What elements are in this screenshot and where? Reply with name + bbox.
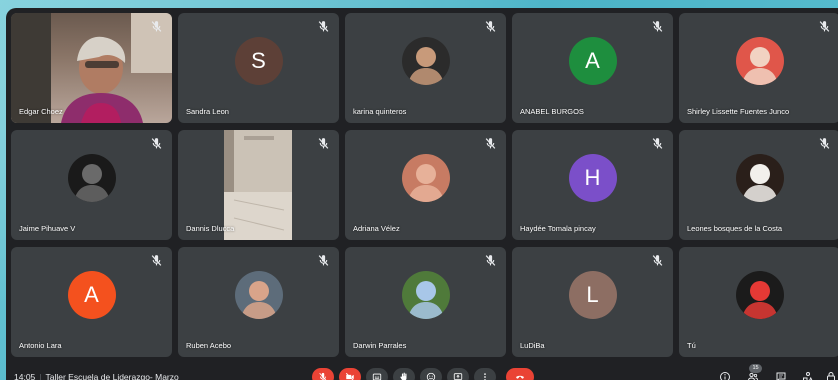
separator: | <box>39 372 42 380</box>
participant-name: Dannis Dlucca <box>186 224 235 233</box>
mic-muted-icon <box>318 21 329 32</box>
people-icon <box>748 372 758 380</box>
chat-icon <box>776 372 786 380</box>
participant-tile[interactable]: Dannis Dlucca <box>178 130 339 240</box>
mic-muted-icon <box>652 138 663 149</box>
participant-tile[interactable]: A ANABEL BURGOS <box>512 13 673 123</box>
mic-muted-icon <box>819 21 830 32</box>
participant-avatar: A <box>67 270 116 319</box>
activities-icon <box>803 372 813 380</box>
mic-muted-icon <box>151 21 162 32</box>
participant-tile[interactable]: Edgar Choez <box>11 13 172 123</box>
emoji-button[interactable] <box>420 368 442 380</box>
more-options-icon <box>484 373 486 380</box>
more-options-button[interactable] <box>474 368 496 380</box>
participant-tile[interactable]: Darwin Parrales <box>345 247 506 357</box>
meeting-info: 14:05 | Taller Escuela de Liderazgo- Marzo <box>14 372 179 380</box>
participant-grid: Edgar Choez S Sandra Leon karina quinteros A… <box>11 13 838 358</box>
participant-tile[interactable]: S Sandra Leon <box>178 13 339 123</box>
participant-name: ANABEL BURGOS <box>520 107 584 116</box>
participant-name: Ruben Acebo <box>186 341 232 350</box>
bottom-bar: 14:05 | Taller Escuela de Liderazgo- Marzo <box>6 362 838 380</box>
participant-name: Jaime Pihuave V <box>19 224 76 233</box>
participant-name: Antonio Lara <box>19 341 62 350</box>
end-call-icon <box>516 375 524 379</box>
meeting-title: Taller Escuela de Liderazgo- Marzo <box>45 372 179 380</box>
camera-toggle-button[interactable] <box>339 368 361 380</box>
participant-name: Sandra Leon <box>186 107 229 116</box>
participant-tile[interactable]: A Antonio Lara <box>11 247 172 357</box>
participant-name: Adriana Vélez <box>353 224 400 233</box>
participant-avatar: S <box>234 36 283 85</box>
mic-off-icon <box>319 372 327 380</box>
present-icon <box>453 373 463 380</box>
clock: 14:05 <box>14 372 36 380</box>
mic-muted-icon <box>819 138 830 149</box>
mic-muted-icon <box>318 138 329 149</box>
host-controls-icon <box>827 372 835 380</box>
participant-tile[interactable]: Adriana Vélez <box>345 130 506 240</box>
emoji-icon <box>426 372 436 380</box>
participant-photo <box>67 153 116 202</box>
participant-name: Shirley Lissette Fuentes Junco <box>687 107 790 116</box>
host-controls-button[interactable] <box>824 370 838 380</box>
meet-window: Edgar Choez S Sandra Leon karina quinteros A… <box>6 8 838 380</box>
participant-photo <box>735 270 784 319</box>
participant-name: Haydée Tomala pincay <box>520 224 596 233</box>
participant-photo <box>401 36 450 85</box>
participant-tile[interactable]: Jaime Pihuave V <box>11 130 172 240</box>
mic-muted-icon <box>485 21 496 32</box>
chat-button[interactable] <box>774 370 788 380</box>
mic-muted-icon <box>485 138 496 149</box>
mic-muted-icon <box>652 21 663 32</box>
participant-photo <box>735 36 784 85</box>
participant-photo <box>234 270 283 319</box>
meeting-details-button[interactable] <box>718 370 732 380</box>
participant-tile[interactable]: H Haydée Tomala pincay <box>512 130 673 240</box>
participant-name: Edgar Choez <box>19 107 63 116</box>
mic-muted-icon <box>318 255 329 266</box>
participant-name: LuDiBa <box>520 341 545 350</box>
participant-tile[interactable]: Shirley Lissette Fuentes Junco <box>679 13 838 123</box>
participant-tile[interactable]: Tú <box>679 247 838 357</box>
end-call-button[interactable] <box>506 368 534 380</box>
people-button[interactable]: 15 <box>746 364 762 380</box>
participant-photo <box>735 153 784 202</box>
participant-photo <box>401 153 450 202</box>
participant-avatar: A <box>568 36 617 85</box>
mic-muted-icon <box>652 255 663 266</box>
mic-muted-icon <box>151 255 162 266</box>
raise-hand-button[interactable] <box>393 368 415 380</box>
participant-tile[interactable]: L LuDiBa <box>512 247 673 357</box>
participant-name: Leones bosques de la Costa <box>687 224 783 233</box>
camera-off-icon <box>345 372 354 380</box>
mic-muted-icon <box>151 138 162 149</box>
present-button[interactable] <box>447 368 469 380</box>
participant-photo <box>401 270 450 319</box>
participant-avatar: L <box>568 270 617 319</box>
participant-name: Darwin Parrales <box>353 341 407 350</box>
participant-tile[interactable]: Leones bosques de la Costa <box>679 130 838 240</box>
participant-name: karina quinteros <box>353 107 407 116</box>
participant-tile[interactable]: Ruben Acebo <box>178 247 339 357</box>
activities-button[interactable] <box>801 370 815 380</box>
participant-name: Tú <box>687 341 696 350</box>
info-icon <box>720 372 730 380</box>
captions-icon <box>372 373 382 380</box>
participant-avatar: H <box>568 153 617 202</box>
mic-muted-icon <box>485 255 496 266</box>
captions-button[interactable] <box>366 368 388 380</box>
participant-tile[interactable]: karina quinteros <box>345 13 506 123</box>
raise-hand-icon <box>400 372 407 380</box>
mic-toggle-button[interactable] <box>312 368 334 380</box>
